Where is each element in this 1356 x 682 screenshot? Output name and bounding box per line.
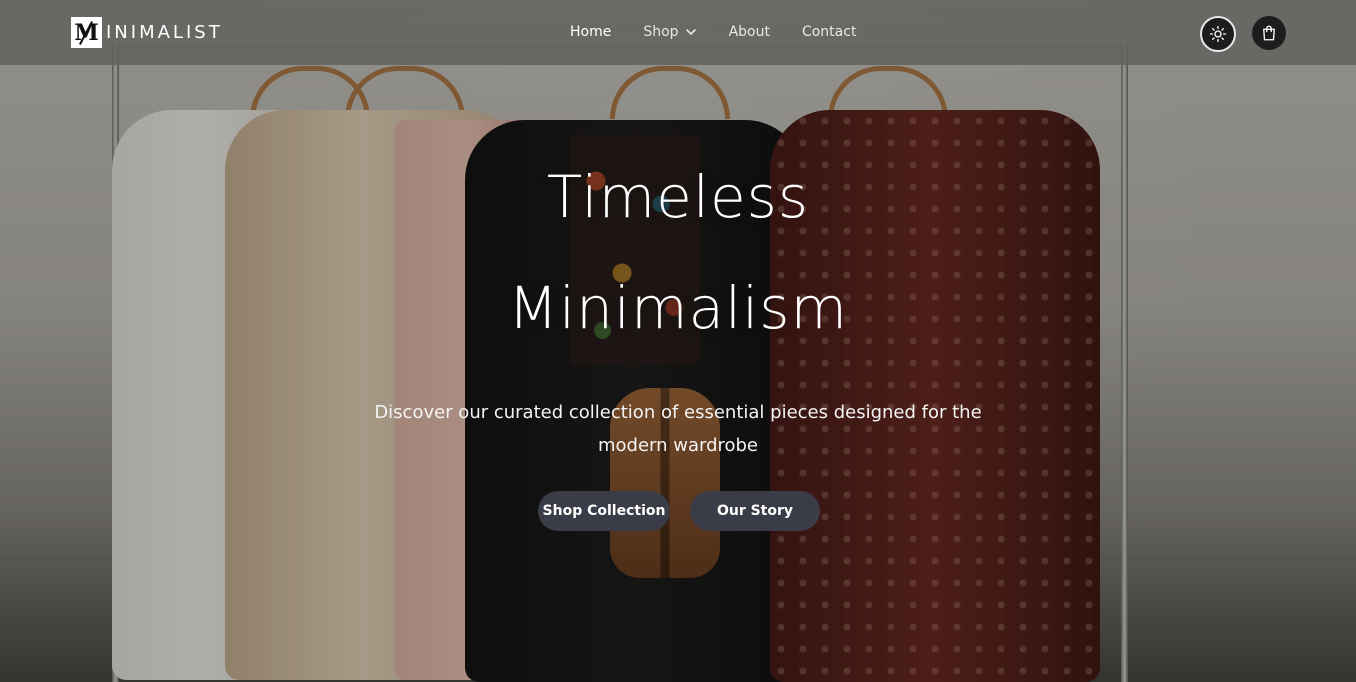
chevron-down-icon xyxy=(685,29,696,35)
nav-contact-label: Contact xyxy=(801,24,857,40)
hero-subtitle: Discover our curated collection of essen… xyxy=(374,402,982,456)
nav-shop-label: Shop xyxy=(643,24,679,40)
logo-mark: M xyxy=(71,17,102,48)
page: M INIMALIST Home Shop About Contact Time… xyxy=(0,0,1356,682)
logo[interactable]: M INIMALIST xyxy=(71,17,223,48)
our-story-button[interactable]: Our Story xyxy=(690,491,820,531)
nav-home-label: Home xyxy=(570,24,612,40)
site-header: M INIMALIST Home Shop About Contact xyxy=(0,0,1356,65)
cart-button[interactable] xyxy=(1252,16,1286,50)
shop-collection-button[interactable]: Shop Collection xyxy=(538,491,670,531)
hero-title-line1: Timeless xyxy=(546,163,810,231)
nav-about[interactable]: About xyxy=(729,24,770,40)
shopping-bag-icon xyxy=(1263,25,1275,41)
theme-toggle-button[interactable] xyxy=(1200,16,1236,52)
sun-icon xyxy=(1209,25,1227,43)
nav-home[interactable]: Home xyxy=(570,24,611,40)
nav-about-label: About xyxy=(728,24,770,40)
nav-shop[interactable]: Shop xyxy=(643,24,696,40)
nav-contact[interactable]: Contact xyxy=(802,24,856,40)
main-nav: Home Shop About Contact xyxy=(570,24,856,40)
hero-title-line2: Minimalism xyxy=(507,274,849,342)
logo-text: INIMALIST xyxy=(106,22,223,43)
